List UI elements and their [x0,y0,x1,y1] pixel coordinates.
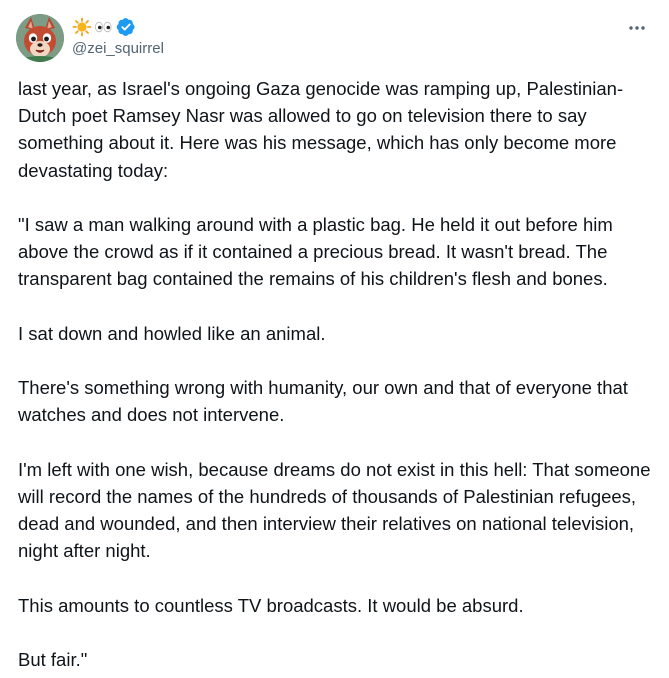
sun-emoji-icon [72,17,92,37]
verified-badge-icon[interactable] [116,17,136,37]
more-options-button[interactable] [624,18,650,38]
avatar[interactable] [16,14,64,62]
tweet-paragraph: This amounts to countless TV broadcasts.… [18,594,524,616]
tweet-paragraph: But fair." [18,649,88,671]
tweet-paragraph: There's something wrong with humanity, o… [18,377,634,426]
author-handle[interactable]: @zei_squirrel [72,40,164,57]
eyes-emoji-icon [93,17,113,37]
squirrel-avatar-icon [16,14,64,62]
tweet-paragraph: "I saw a man walking around with a plast… [18,214,618,290]
tweet: @zei_squirrel last year, as Israel's ong… [0,0,669,678]
tweet-header: @zei_squirrel [16,14,656,64]
more-horizontal-icon [629,26,645,30]
display-name[interactable] [72,16,164,38]
tweet-paragraph: I sat down and howled like an animal. [18,322,326,344]
tweet-paragraph: last year, as Israel's ongoing Gaza geno… [18,78,624,181]
tweet-paragraph: I'm left with one wish, because dreams d… [18,458,656,562]
tweet-text: last year, as Israel's ongoing Gaza geno… [18,75,663,673]
author-names: @zei_squirrel [72,16,164,57]
